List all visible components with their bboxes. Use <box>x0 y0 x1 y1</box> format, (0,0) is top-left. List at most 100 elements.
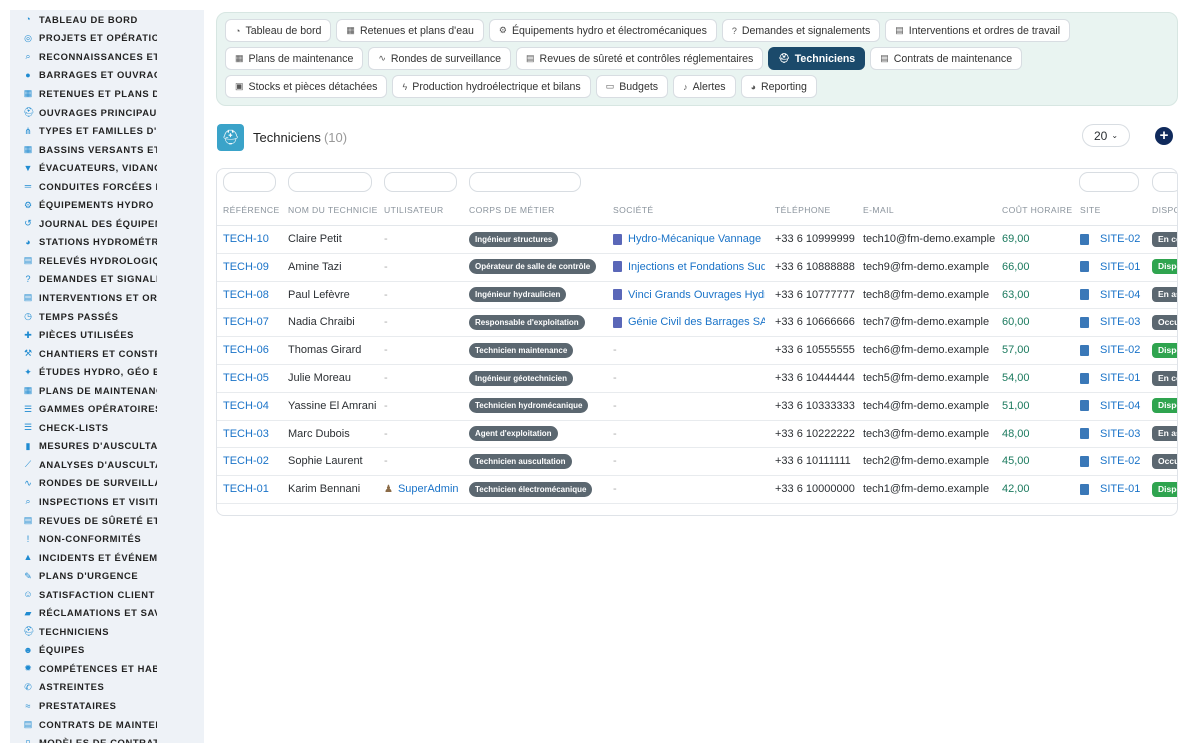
site-link[interactable]: SITE-04 <box>1100 400 1140 412</box>
site-link[interactable]: SITE-01 <box>1100 261 1140 273</box>
tab[interactable]: ▭ Budgets <box>595 75 669 98</box>
sidebar-item[interactable]: ▼ ÉVACUATEURS, VIDANGES <box>10 158 204 177</box>
tab[interactable]: ▤ Revues de sûreté et contrôles réglement… <box>516 47 764 70</box>
tab[interactable]: ? Demandes et signalements <box>721 19 881 42</box>
column-header[interactable]: RÉFÉRENCE <box>223 205 283 215</box>
reference-link[interactable]: TECH-06 <box>223 337 283 365</box>
tab[interactable]: ▣ Stocks et pièces détachées <box>225 75 388 98</box>
site-link[interactable]: SITE-01 <box>1100 483 1140 495</box>
sidebar-item[interactable]: ☰ CHECK-LISTS <box>10 418 204 437</box>
sidebar-item[interactable]: ◕ STATIONS HYDROMÉTRIQUES <box>10 233 204 252</box>
sidebar-item[interactable]: ▲ INCIDENTS ET ÉVÉNEMENTS <box>10 548 204 567</box>
sidebar-item[interactable]: ▤ CONTRATS DE MAINTENANCE <box>10 715 204 734</box>
sidebar-item[interactable]: ⚙ ÉQUIPEMENTS HYDRO ET ÉLECTROMÉCANIQUES <box>10 195 204 214</box>
table-row[interactable]: TECH-02 Sophie Laurent - Technicien auscult… <box>217 448 1177 477</box>
sidebar-item[interactable]: ▤ RELEVÉS HYDROLOGIQUES <box>10 251 204 270</box>
table-row[interactable]: TECH-08 Paul Lefèvre - Ingénieur hydraulici… <box>217 282 1177 310</box>
sidebar-item[interactable]: ✆ ASTREINTES <box>10 678 204 697</box>
table-row[interactable]: TECH-05 Julie Moreau - Ingénieur géotechnic… <box>217 365 1177 393</box>
tab[interactable]: ⚙ Équipements hydro et électromécaniques <box>488 19 717 42</box>
sidebar-item[interactable]: ☺ SATISFACTION CLIENT <box>10 585 204 604</box>
reference-link[interactable]: TECH-04 <box>223 393 283 421</box>
reference-link[interactable]: TECH-10 <box>223 226 283 254</box>
column-header[interactable]: COÛT HORAIRE <box>1002 205 1077 215</box>
table-row[interactable]: TECH-03 Marc Dubois - Agent d'exploitation -… <box>217 421 1177 449</box>
sidebar-item[interactable]: ◷ TEMPS PASSÉS <box>10 307 204 326</box>
reference-link[interactable]: TECH-03 <box>223 421 283 449</box>
reference-link[interactable]: TECH-07 <box>223 309 283 337</box>
societe-link[interactable]: Génie Civil des Barrages SA <box>628 316 765 328</box>
tab[interactable]: ◔ Tableau de bord <box>225 19 332 42</box>
site-link[interactable]: SITE-02 <box>1100 233 1140 245</box>
reference-link[interactable]: TECH-08 <box>223 282 283 310</box>
tab[interactable]: ▤ Contrats de maintenance <box>870 47 1023 70</box>
site-link[interactable]: SITE-02 <box>1100 455 1140 467</box>
site-link[interactable]: SITE-02 <box>1100 344 1140 356</box>
tab[interactable]: ∿ Rondes de surveillance <box>368 47 512 70</box>
table-row[interactable]: TECH-07 Nadia Chraibi - Responsable d'explo… <box>217 309 1177 338</box>
table-row[interactable]: TECH-06 Thomas Girard - Technicien maintena… <box>217 337 1177 365</box>
sidebar-item[interactable]: ▦ BASSINS VERSANTS ET AFFLUENTS <box>10 140 204 159</box>
column-filter-input[interactable] <box>1079 172 1139 192</box>
column-header[interactable]: TÉLÉPHONE <box>775 205 860 215</box>
column-header[interactable]: NOM DU TECHNICIEN <box>288 205 378 215</box>
column-header[interactable]: UTILISATEUR <box>384 205 464 215</box>
sidebar-item[interactable]: ☰ GAMMES OPÉRATOIRES <box>10 399 204 418</box>
site-link[interactable]: SITE-04 <box>1100 289 1140 301</box>
per-page-select[interactable]: 20 ⌄ <box>1082 124 1130 147</box>
column-filter-input[interactable] <box>288 172 372 192</box>
sidebar-item[interactable]: ▤ INTERVENTIONS ET ORDRES DE TRAVAIL <box>10 288 204 307</box>
sidebar-item[interactable]: ◎ PROJETS ET OPÉRATIONS <box>10 29 204 48</box>
site-link[interactable]: SITE-03 <box>1100 428 1140 440</box>
reference-link[interactable]: TECH-02 <box>223 448 283 476</box>
sidebar-item[interactable]: ⛑ TECHNICIENS <box>10 622 204 641</box>
tab[interactable]: ▦ Retenues et plans d'eau <box>336 19 484 42</box>
reference-link[interactable]: TECH-09 <box>223 254 283 282</box>
site-link[interactable]: SITE-03 <box>1100 316 1140 328</box>
sidebar-item[interactable]: ☻ ÉQUIPES <box>10 641 204 660</box>
column-filter-input[interactable] <box>384 172 457 192</box>
sidebar-item[interactable]: ✚ PIÈCES UTILISÉES <box>10 325 204 344</box>
sidebar-item[interactable]: ▯ MODÈLES DE CONTRATS <box>10 733 204 743</box>
table-row[interactable]: TECH-09 Amine Tazi - Opérateur de salle de … <box>217 254 1177 282</box>
sidebar-item[interactable]: ▰ RÉCLAMATIONS ET SAV <box>10 604 204 623</box>
sidebar-item[interactable]: ⌕ RECONNAISSANCES ET VISITES <box>10 47 204 66</box>
sidebar-item[interactable]: ↺ JOURNAL DES ÉQUIPEMENTS <box>10 214 204 233</box>
reference-link[interactable]: TECH-01 <box>223 476 283 504</box>
sidebar-item[interactable]: ═ CONDUITES FORCÉES ET GALERIES <box>10 177 204 196</box>
sidebar-item[interactable]: ∿ RONDES DE SURVEILLANCE <box>10 474 204 493</box>
tab[interactable]: ϟ Production hydroélectrique et bilans <box>392 75 591 98</box>
column-filter-input[interactable] <box>469 172 581 192</box>
sidebar-item[interactable]: ▦ PLANS DE MAINTENANCE <box>10 381 204 400</box>
column-filter-input[interactable] <box>223 172 276 192</box>
societe-link[interactable]: Injections et Fondations Sud <box>628 261 765 273</box>
tab[interactable]: ▤ Interventions et ordres de travail <box>885 19 1071 42</box>
column-header[interactable]: DISPONIBILITÉ <box>1152 205 1177 215</box>
table-row[interactable]: TECH-04 Yassine El Amrani - Technicien hydr… <box>217 393 1177 421</box>
sidebar-item[interactable]: ✦ ÉTUDES HYDRO, GÉO ET STRUCTURE <box>10 362 204 381</box>
column-filter-input[interactable] <box>1152 172 1177 192</box>
sidebar-item[interactable]: ⚒ CHANTIERS ET CONSTRUCTIONS <box>10 344 204 363</box>
sidebar-item[interactable]: ≈ PRESTATAIRES <box>10 696 204 715</box>
column-header[interactable]: SOCIÉTÉ <box>613 205 773 215</box>
sidebar-item[interactable]: ✹ COMPÉTENCES ET HABILITATIONS <box>10 659 204 678</box>
societe-link[interactable]: Vinci Grands Ouvrages Hydro <box>628 289 765 301</box>
tab[interactable]: ♪ Alertes <box>673 75 736 98</box>
sidebar-item[interactable]: ⋔ TYPES ET FAMILLES D'OUVRAGES <box>10 121 204 140</box>
societe-link[interactable]: Hydro-Mécanique Vannage <box>628 233 761 245</box>
sidebar-item[interactable]: ⛑ OUVRAGES PRINCIPAUX <box>10 103 204 122</box>
add-button[interactable]: + <box>1155 127 1173 145</box>
sidebar-item[interactable]: ▦ RETENUES ET PLANS D'EAU <box>10 84 204 103</box>
column-header[interactable]: E-MAIL <box>863 205 998 215</box>
user-link[interactable]: SuperAdmin <box>398 483 459 495</box>
sidebar-item[interactable]: ▤ REVUES DE SÛRETÉ ET CONTRÔLES <box>10 511 204 530</box>
tab[interactable]: ⛑ Techniciens <box>768 47 866 70</box>
sidebar-item[interactable]: ◔ TABLEAU DE BORD <box>10 10 204 29</box>
site-link[interactable]: SITE-01 <box>1100 372 1140 384</box>
sidebar-item[interactable]: ● BARRAGES ET OUVRAGES <box>10 66 204 85</box>
tab[interactable]: ▦ Plans de maintenance <box>225 47 364 70</box>
table-row[interactable]: TECH-01 Karim Bennani ♟ SuperAdmin Technicie… <box>217 476 1177 504</box>
sidebar-item[interactable]: ✎ PLANS D'URGENCE <box>10 566 204 585</box>
column-header[interactable]: CORPS DE MÉTIER <box>469 205 609 215</box>
sidebar-item[interactable]: ⟋ ANALYSES D'AUSCULTATION <box>10 455 204 474</box>
